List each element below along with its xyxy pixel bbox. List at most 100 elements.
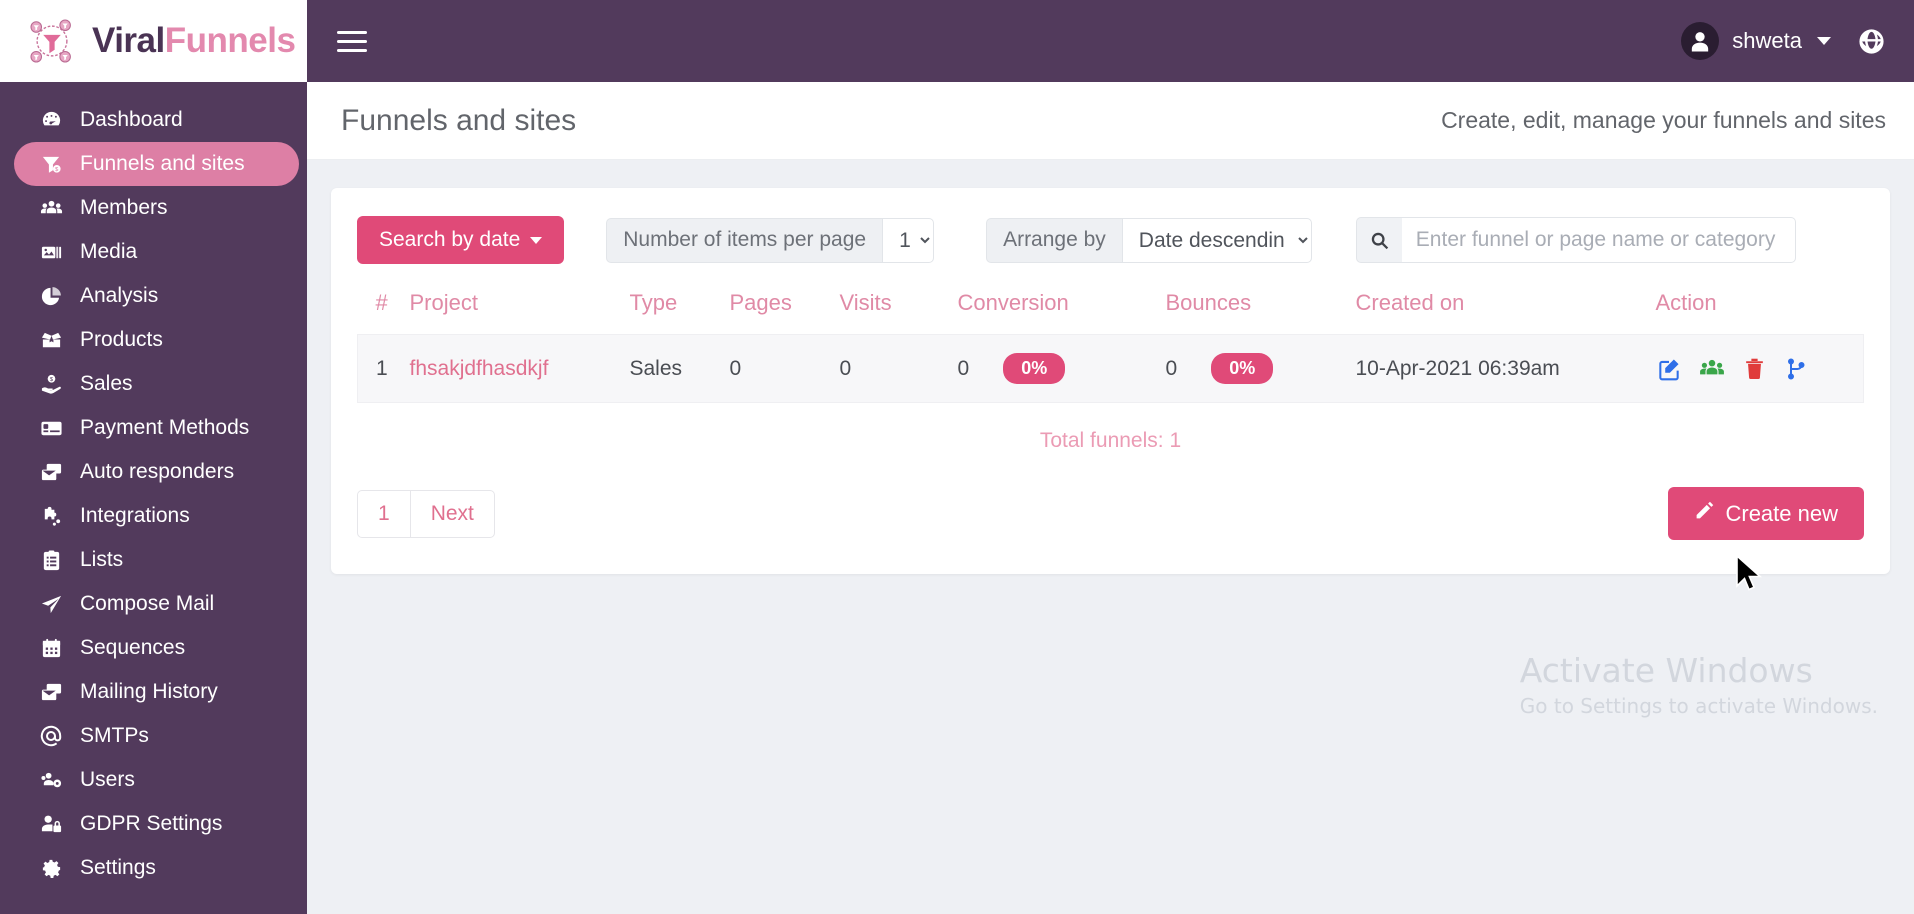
- brand-logo[interactable]: ViralFunnels: [0, 0, 307, 82]
- table-row[interactable]: 1 fhsakjdfhasdkjf Sales 0 0 0 0% 0 0% 10…: [357, 334, 1864, 403]
- user-menu[interactable]: shweta: [1681, 22, 1831, 60]
- hamburger-bar: [337, 48, 367, 52]
- content-area: Search by date Number of items per page …: [307, 160, 1914, 914]
- sidebar-item-compose-mail[interactable]: Compose Mail: [14, 582, 299, 626]
- cell-conversion: 0 0%: [957, 334, 1166, 403]
- sidebar-item-label: Auto responders: [80, 460, 235, 483]
- edit-icon[interactable]: [1656, 356, 1682, 382]
- delete-icon[interactable]: [1742, 356, 1767, 381]
- pagination-next[interactable]: Next: [409, 489, 495, 538]
- pagination-page-1[interactable]: 1: [357, 489, 410, 538]
- sidebar-item-settings[interactable]: Settings: [14, 846, 299, 890]
- funnel-steps-icon[interactable]: [1784, 357, 1808, 381]
- page-title: Funnels and sites: [341, 103, 577, 137]
- hamburger-menu-icon[interactable]: [337, 30, 367, 52]
- funnels-table: # Project Type Pages Visits Conversion B…: [357, 290, 1864, 403]
- create-new-button[interactable]: Create new: [1668, 487, 1864, 540]
- mail-stack-icon: [38, 460, 64, 484]
- brand-name-second: Funnels: [164, 21, 296, 60]
- sidebar: ViralFunnels Dashboard $ Funnels and sit…: [0, 0, 307, 914]
- user-avatar-icon: [1681, 22, 1720, 60]
- hand-money-icon: $: [38, 372, 64, 396]
- credit-card-icon: [38, 416, 64, 440]
- column-header-conversion: Conversion: [957, 290, 1069, 315]
- sidebar-item-lists[interactable]: Lists: [14, 538, 299, 582]
- sidebar-item-label: Members: [80, 196, 168, 219]
- pie-chart-icon: [38, 284, 64, 308]
- sidebar-item-dashboard[interactable]: Dashboard: [14, 98, 299, 142]
- members-icon[interactable]: [1699, 356, 1725, 382]
- column-header-type: Type: [629, 290, 678, 315]
- sidebar-item-products[interactable]: Products: [14, 318, 299, 362]
- clipboard-list-icon: [38, 548, 64, 572]
- app-root: ViralFunnels Dashboard $ Funnels and sit…: [0, 0, 1914, 914]
- sidebar-item-label: Users: [80, 768, 135, 791]
- user-name-label: shweta: [1732, 28, 1802, 53]
- sidebar-item-label: GDPR Settings: [80, 812, 223, 835]
- column-header-action: Action: [1655, 290, 1717, 315]
- sidebar-item-payment-methods[interactable]: Payment Methods: [14, 406, 299, 450]
- calendar-icon: [38, 636, 64, 660]
- sidebar-item-integrations[interactable]: Integrations: [14, 494, 299, 538]
- column-header-project: Project: [409, 290, 478, 315]
- funnels-card: Search by date Number of items per page …: [331, 188, 1890, 574]
- column-header-index: #: [375, 290, 388, 315]
- users-group-icon: [38, 196, 64, 220]
- sidebar-item-label: SMTPs: [80, 724, 149, 747]
- topbar: shweta: [307, 0, 1914, 82]
- sidebar-nav: Dashboard $ Funnels and sites Members Me…: [0, 82, 307, 914]
- sidebar-item-sales[interactable]: $ Sales: [14, 362, 299, 406]
- pagination: 1 Next: [357, 489, 495, 538]
- brand-name-first: Viral: [92, 21, 165, 60]
- sidebar-item-analysis[interactable]: Analysis: [14, 274, 299, 318]
- column-header-bounces: Bounces: [1165, 290, 1252, 315]
- items-per-page-select[interactable]: 1: [882, 217, 935, 263]
- conversion-wrapper: 0 0%: [958, 353, 1166, 384]
- cell-index: 1: [357, 334, 410, 403]
- speedometer-icon: [38, 108, 64, 132]
- funnels-toolbar: Search by date Number of items per page …: [357, 216, 1864, 264]
- sidebar-item-funnels-and-sites[interactable]: $ Funnels and sites: [14, 142, 299, 186]
- sidebar-item-smtps[interactable]: SMTPs: [14, 714, 299, 758]
- table-head: # Project Type Pages Visits Conversion B…: [358, 290, 1864, 335]
- arrange-by-group: Arrange by Date descendin: [986, 217, 1312, 263]
- page-subtitle: Create, edit, manage your funnels and si…: [1441, 107, 1886, 133]
- column-header-pages: Pages: [729, 290, 792, 315]
- column-header-visits: Visits: [839, 290, 892, 315]
- table-body: 1 fhsakjdfhasdkjf Sales 0 0 0 0% 0 0% 10…: [357, 334, 1864, 403]
- create-new-label: Create new: [1725, 500, 1838, 526]
- search-input[interactable]: [1401, 217, 1796, 263]
- sidebar-item-label: Analysis: [80, 284, 159, 307]
- cell-pages: 0: [729, 334, 840, 403]
- search-by-date-button[interactable]: Search by date: [357, 216, 565, 264]
- bounces-count: 0: [1165, 356, 1178, 380]
- main-area: shweta Funnels and sites Create, edit, m…: [307, 0, 1914, 914]
- sidebar-item-users[interactable]: Users: [14, 758, 299, 802]
- hamburger-bar: [337, 30, 367, 34]
- user-lock-icon: [38, 812, 64, 836]
- project-link[interactable]: fhsakjdfhasdkjf: [410, 357, 549, 380]
- puzzle-piece-icon: [38, 504, 64, 528]
- sidebar-item-sequences[interactable]: Sequences: [14, 626, 299, 670]
- sidebar-item-label: Mailing History: [80, 680, 218, 703]
- sidebar-item-members[interactable]: Members: [14, 186, 299, 230]
- at-sign-icon: [38, 724, 64, 748]
- sidebar-item-auto-responders[interactable]: Auto responders: [14, 450, 299, 494]
- sidebar-item-gdpr-settings[interactable]: GDPR Settings: [14, 802, 299, 846]
- arrange-by-select[interactable]: Date descendin: [1121, 217, 1312, 263]
- globe-icon[interactable]: [1857, 27, 1886, 56]
- sidebar-item-label: Sequences: [80, 636, 186, 659]
- card-footer: 1 Next Create new: [357, 487, 1864, 540]
- bounces-badge: 0%: [1211, 353, 1274, 384]
- search-by-date-label: Search by date: [379, 228, 521, 251]
- search-icon[interactable]: [1355, 217, 1402, 263]
- items-per-page-group: Number of items per page 1: [606, 217, 935, 263]
- column-header-created-on: Created on: [1355, 290, 1465, 315]
- sidebar-item-label: Integrations: [80, 504, 190, 527]
- cell-created-on: 10-Apr-2021 06:39am: [1355, 334, 1656, 403]
- table-header-row: # Project Type Pages Visits Conversion B…: [358, 290, 1864, 335]
- sidebar-item-mailing-history[interactable]: Mailing History: [14, 670, 299, 714]
- sidebar-item-media[interactable]: Media: [14, 230, 299, 274]
- brand-name: ViralFunnels: [92, 21, 296, 61]
- conversion-badge: 0%: [1003, 353, 1066, 384]
